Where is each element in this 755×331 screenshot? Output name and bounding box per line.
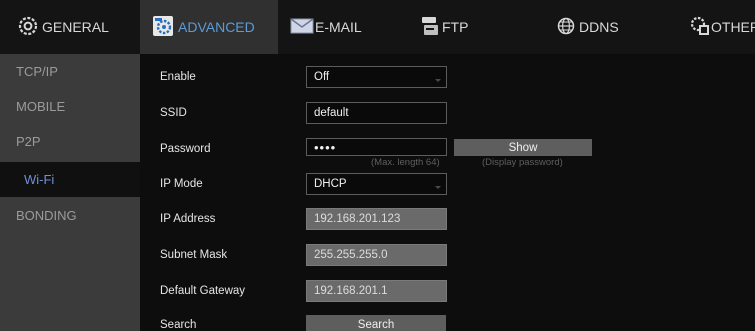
- top-tab-bar: GENERAL ADVANCED E-MAIL FTP DDNS OTHER: [0, 0, 755, 54]
- enable-label: Enable: [160, 71, 196, 83]
- sidebar-item-label: P2P: [16, 134, 41, 149]
- other-settings-icon: [690, 16, 710, 39]
- sidebar-item-p2p[interactable]: P2P: [0, 124, 140, 159]
- default-gateway-label: Default Gateway: [160, 285, 246, 297]
- password-max-length-hint: (Max. length 64): [371, 157, 440, 168]
- subnet-mask-field: 255.255.255.0: [306, 244, 447, 266]
- sidebar-item-tcp-ip[interactable]: TCP/IP: [0, 54, 140, 89]
- sidebar-item-mobile[interactable]: MOBILE: [0, 89, 140, 124]
- sidebar-item-bonding[interactable]: BONDING: [0, 198, 140, 233]
- ip-address-value: 192.168.201.123: [314, 213, 401, 225]
- tab-label: E-MAIL: [315, 19, 362, 35]
- show-password-hint: (Display password): [482, 157, 563, 168]
- tab-label: OTHER: [711, 19, 755, 35]
- password-input[interactable]: ••••: [306, 138, 447, 156]
- sidebar-item-label: TCP/IP: [16, 64, 58, 79]
- tab-label: FTP: [442, 19, 469, 35]
- tab-label: GENERAL: [42, 19, 109, 35]
- ftp-icon: [420, 15, 440, 40]
- show-password-button[interactable]: Show: [454, 139, 592, 156]
- default-gateway-field: 192.168.201.1: [306, 280, 447, 302]
- sidebar-item-label: MOBILE: [16, 99, 66, 114]
- ip-address-label: IP Address: [160, 213, 216, 225]
- ip-address-field: 192.168.201.123: [306, 208, 447, 230]
- ssid-value: default: [314, 107, 349, 119]
- settings-sidebar: TCP/IP MOBILE P2P Wi-Fi BONDING: [0, 54, 140, 331]
- tab-advanced[interactable]: ADVANCED: [140, 0, 278, 54]
- ip-mode-select[interactable]: DHCP: [306, 173, 447, 195]
- default-gateway-value: 192.168.201.1: [314, 285, 388, 297]
- search-button[interactable]: Search: [306, 315, 446, 331]
- tab-email[interactable]: E-MAIL: [290, 0, 362, 54]
- globe-icon: [557, 17, 575, 38]
- gear-icon: [18, 16, 38, 39]
- tab-label: DDNS: [579, 19, 619, 35]
- password-value: ••••: [314, 139, 337, 155]
- ip-mode-label: IP Mode: [160, 178, 203, 190]
- ssid-input[interactable]: default: [306, 102, 447, 124]
- show-password-label: Show: [508, 141, 538, 154]
- ip-mode-value: DHCP: [314, 178, 347, 190]
- enable-select[interactable]: Off: [306, 66, 447, 88]
- tab-label: ADVANCED: [178, 19, 255, 35]
- subnet-mask-value: 255.255.255.0: [314, 249, 388, 261]
- search-button-label: Search: [357, 319, 395, 331]
- subnet-mask-label: Subnet Mask: [160, 249, 228, 261]
- search-label: Search: [160, 319, 197, 331]
- advanced-settings-icon: [152, 15, 174, 40]
- tab-other[interactable]: OTHER: [690, 0, 755, 54]
- enable-value: Off: [314, 71, 330, 83]
- password-label: Password: [160, 143, 211, 155]
- sidebar-item-label: Wi-Fi: [24, 172, 55, 187]
- chevron-down-icon: [435, 79, 441, 82]
- tab-ftp[interactable]: FTP: [420, 0, 468, 54]
- envelope-icon: [290, 17, 314, 38]
- ssid-label: SSID: [160, 107, 187, 119]
- sidebar-item-wifi[interactable]: Wi-Fi: [0, 162, 140, 197]
- chevron-down-icon: [435, 186, 441, 189]
- wifi-settings-panel: Enable Off SSID default Password •••• (M…: [140, 54, 755, 331]
- tab-ddns[interactable]: DDNS: [557, 0, 619, 54]
- sidebar-item-label: BONDING: [16, 208, 77, 223]
- tab-general[interactable]: GENERAL: [18, 0, 109, 54]
